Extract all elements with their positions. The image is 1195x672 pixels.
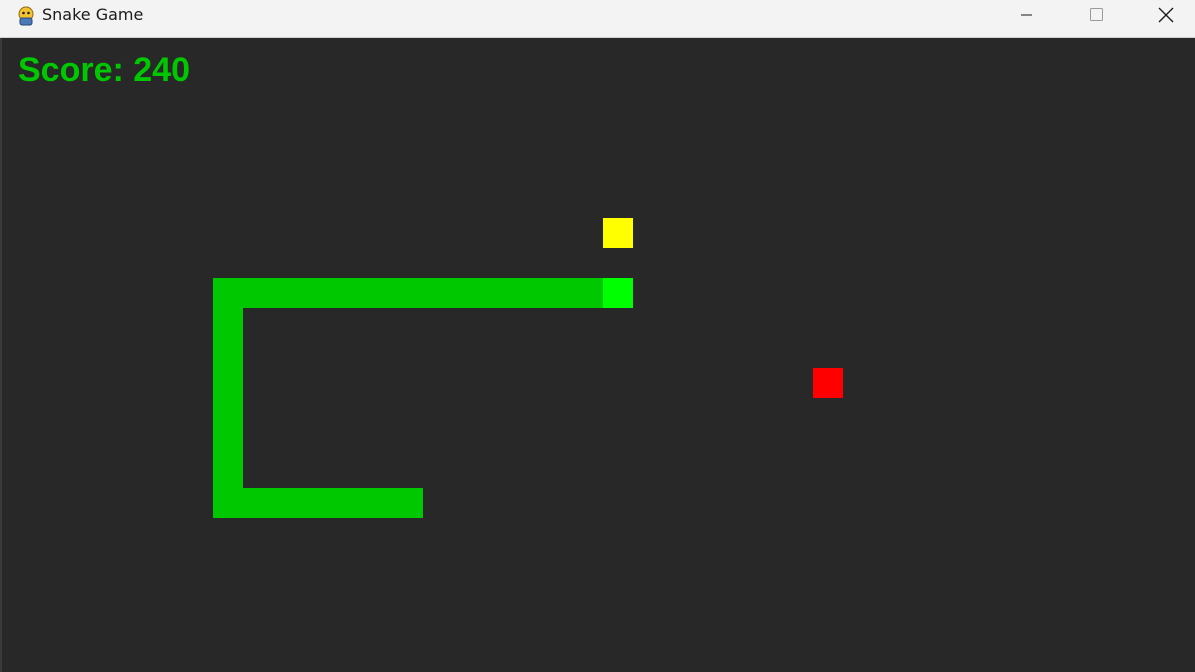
maximize-button[interactable] [1073, 0, 1119, 30]
snake-body-segment [213, 398, 243, 428]
snake-body-segment [513, 278, 543, 308]
snake-body-segment [213, 278, 243, 308]
score-label: Score: 240 [18, 51, 190, 89]
snake-body-segment [273, 278, 303, 308]
snake-body-segment [453, 278, 483, 308]
snake-body-segment [303, 488, 333, 518]
python-snake-icon [18, 6, 34, 26]
snake-body-segment [213, 488, 243, 518]
snake-body-segment [333, 278, 363, 308]
snake-body-segment [483, 278, 513, 308]
maximize-icon [1090, 8, 1103, 21]
snake-body-segment [213, 338, 243, 368]
snake-body-segment [363, 488, 393, 518]
bonus-item [603, 218, 633, 248]
snake-head [603, 278, 633, 308]
snake-body-segment [393, 488, 423, 518]
snake-body-segment [243, 278, 273, 308]
snake-body-segment [213, 368, 243, 398]
snake-body-segment [243, 488, 273, 518]
snake-body-segment [423, 278, 453, 308]
snake-body-segment [273, 488, 303, 518]
snake-body-segment [363, 278, 393, 308]
snake-body-segment [213, 458, 243, 488]
minimize-icon [1021, 14, 1032, 16]
snake-body-segment [543, 278, 573, 308]
minimize-button[interactable] [1003, 0, 1049, 30]
snake-body-segment [213, 308, 243, 338]
title-bar[interactable]: Snake Game [0, 0, 1195, 38]
snake-body-segment [573, 278, 603, 308]
snake-body-segment [333, 488, 363, 518]
food-item [813, 368, 843, 398]
game-canvas[interactable]: Score: 240 [0, 38, 1195, 672]
window-title: Snake Game [42, 5, 144, 24]
snake-body-segment [213, 428, 243, 458]
snake-body-segment [393, 278, 423, 308]
close-button[interactable] [1143, 0, 1189, 30]
close-icon [1158, 7, 1174, 23]
snake-body-segment [303, 278, 333, 308]
